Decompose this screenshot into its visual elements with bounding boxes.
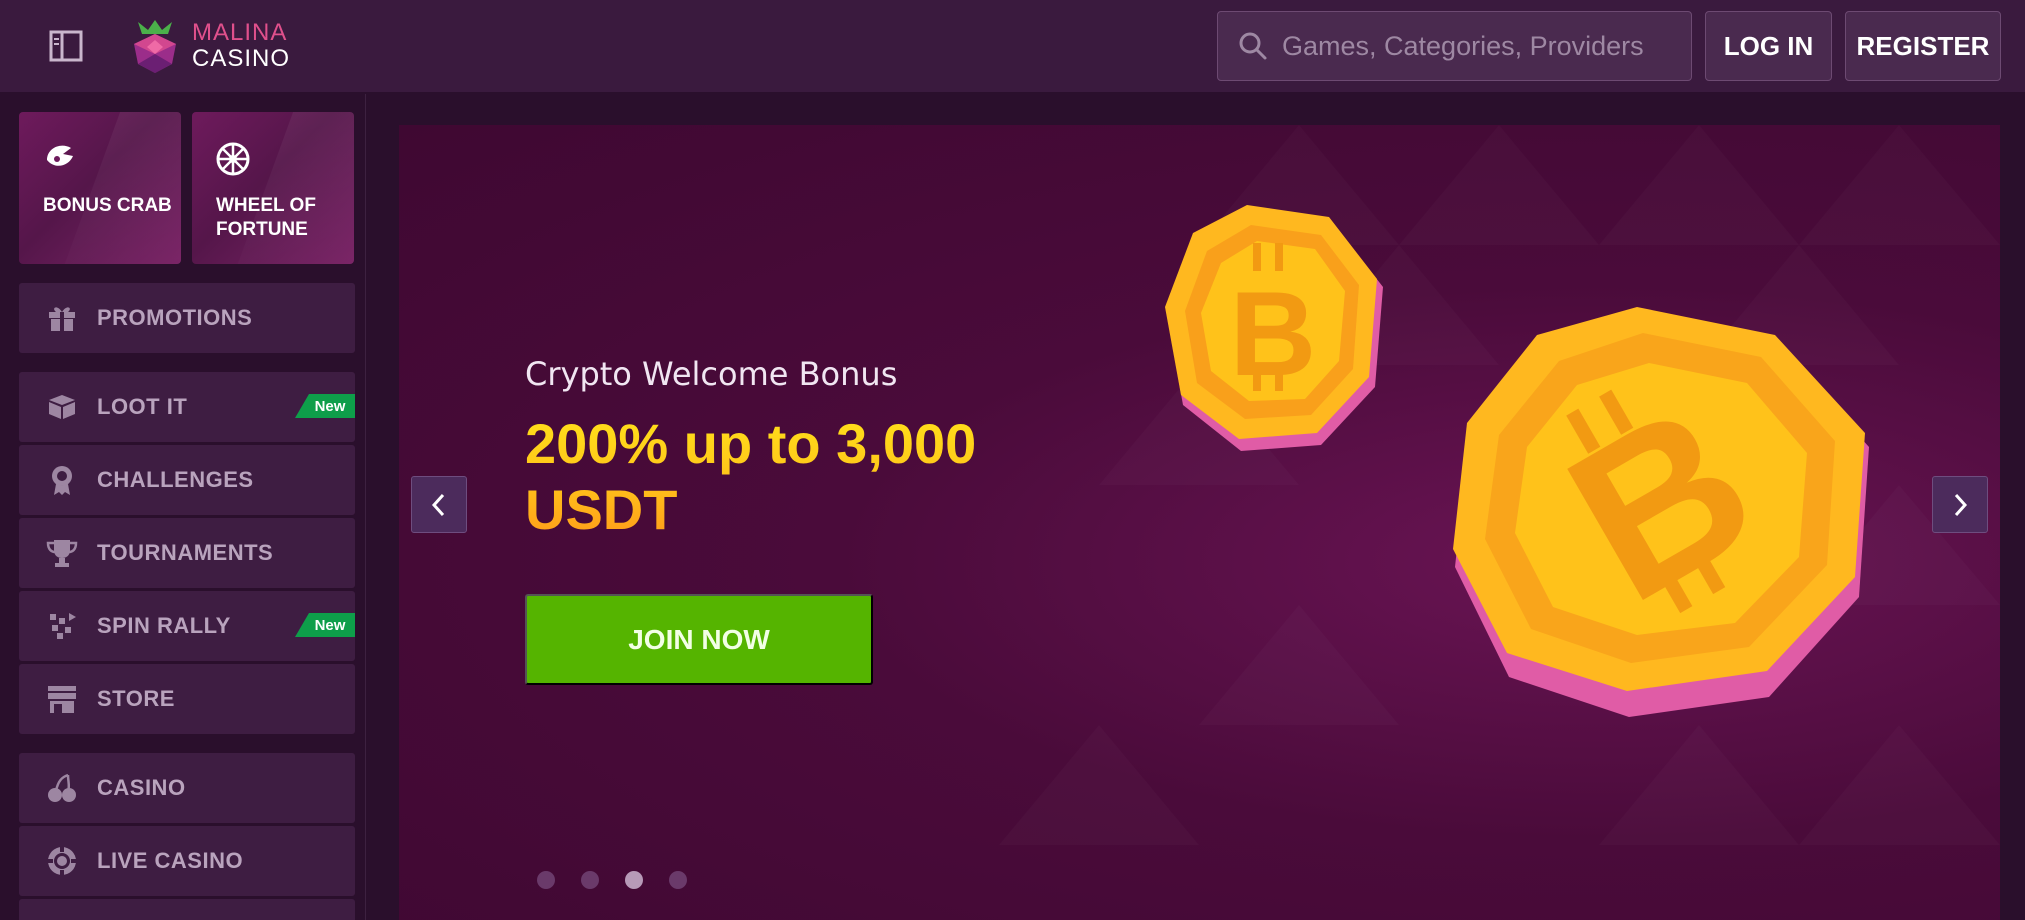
promo-banner[interactable]: B B Crypto Welcome Bonus 200% up to 3,00… <box>399 125 2000 920</box>
carousel-dot[interactable] <box>581 871 599 889</box>
sidebar-item-promotions[interactable]: PROMOTIONS <box>19 283 355 353</box>
sidebar-item-casino[interactable]: CASINO <box>19 753 355 823</box>
search-input[interactable] <box>1282 30 1682 62</box>
chip-icon <box>45 844 79 878</box>
sidebar-item-label: TOURNAMENTS <box>97 540 274 565</box>
bonus-crab-label: BONUS CRAB <box>43 195 172 216</box>
carousel-dot[interactable] <box>537 871 555 889</box>
store-icon <box>45 682 79 716</box>
sidebar: BONUS CRAB WHEEL OF FORTUNE PROMOTIONS L… <box>0 94 366 920</box>
sidebar-item-label: PROMOTIONS <box>97 305 253 330</box>
register-button[interactable]: REGISTER <box>1845 11 2001 81</box>
sidebar-item-challenges[interactable]: CHALLENGES <box>19 445 355 515</box>
gift-icon <box>45 301 79 335</box>
top-header: MALINA CASINO LOG IN REGISTER <box>0 0 2025 93</box>
rally-icon <box>45 609 79 643</box>
loot-box-icon <box>45 390 79 424</box>
carousel-dot[interactable] <box>669 871 687 889</box>
sidebar-item-tournaments[interactable]: TOURNAMENTS <box>19 518 355 588</box>
sidebar-toggle-icon[interactable] <box>46 26 86 66</box>
crab-claw-icon <box>47 145 73 166</box>
new-badge: New <box>295 394 355 418</box>
logo-malina-text: MALINA <box>192 19 288 46</box>
sidebar-item-spin-rally[interactable]: SPIN RALLY New <box>19 591 355 661</box>
chevron-left-icon <box>431 493 445 516</box>
wheel-icon <box>216 142 250 176</box>
join-now-button[interactable]: JOIN NOW <box>525 594 873 685</box>
sidebar-item-label: LIVE CASINO <box>97 848 244 873</box>
sidebar-item-partial[interactable] <box>19 899 355 920</box>
banner-title: 200% up to 3,000 USDT <box>525 411 1085 543</box>
wheel-of-fortune-tile[interactable]: WHEEL OF FORTUNE <box>192 112 354 264</box>
sidebar-item-label: LOOT IT <box>97 394 188 419</box>
medal-icon <box>45 463 79 497</box>
cherries-icon <box>45 771 79 805</box>
svg-text:B: B <box>1230 267 1317 401</box>
carousel-dots <box>537 871 687 889</box>
sidebar-item-store[interactable]: STORE <box>19 664 355 734</box>
sidebar-item-label: CHALLENGES <box>97 467 254 492</box>
search-box[interactable] <box>1217 11 1692 81</box>
raspberry-logo-icon <box>134 20 176 73</box>
malina-casino-logo[interactable]: MALINA CASINO <box>130 16 290 76</box>
carousel-prev-button[interactable] <box>411 476 467 533</box>
chevron-right-icon <box>1954 493 1968 516</box>
banner-subtitle: Crypto Welcome Bonus <box>525 355 898 393</box>
sidebar-item-label: STORE <box>97 686 175 711</box>
wheel-of-fortune-label: WHEEL OF FORTUNE <box>216 195 316 240</box>
sidebar-item-loot-it[interactable]: LOOT IT New <box>19 372 355 442</box>
login-button[interactable]: LOG IN <box>1705 11 1832 81</box>
carousel-next-button[interactable] <box>1932 476 1988 533</box>
bonus-crab-tile[interactable]: BONUS CRAB <box>19 112 181 264</box>
trophy-icon <box>45 536 79 570</box>
bitcoin-coin-small-icon: B <box>1165 205 1383 451</box>
new-badge: New <box>295 613 355 637</box>
sidebar-item-live-casino[interactable]: LIVE CASINO <box>19 826 355 896</box>
logo-casino-text: CASINO <box>192 45 291 72</box>
sidebar-item-label: SPIN RALLY <box>97 613 231 638</box>
bitcoin-coin-large-icon: B <box>1453 307 1869 717</box>
carousel-dot-active[interactable] <box>625 871 643 889</box>
sidebar-item-label: CASINO <box>97 775 186 800</box>
search-icon <box>1239 32 1267 60</box>
